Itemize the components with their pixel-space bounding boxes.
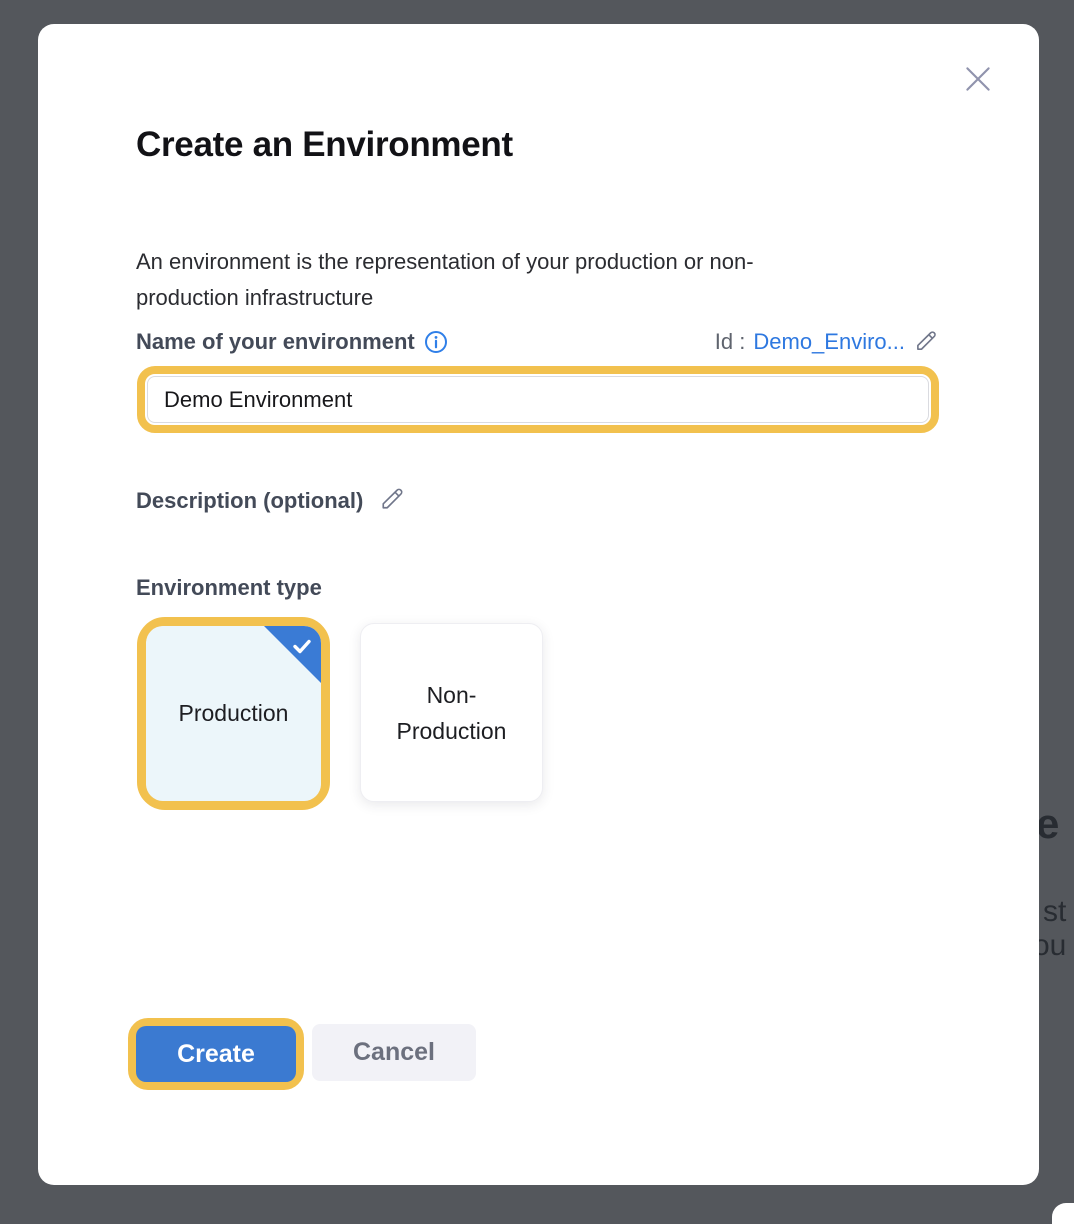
create-environment-dialog: Create an Environment An environment is … xyxy=(38,24,1039,1185)
description-field-row: Description (optional) xyxy=(136,485,406,516)
create-button-highlight-ring: Create xyxy=(128,1018,304,1090)
environment-type-option-non-production[interactable]: Non-Production xyxy=(360,623,543,802)
description-field-label: Description (optional) xyxy=(136,488,363,514)
cancel-button[interactable]: Cancel xyxy=(312,1024,476,1081)
pencil-icon xyxy=(378,485,406,516)
environment-id-label: Id : xyxy=(715,329,746,355)
backdrop-text-fragment: e xyxy=(1036,800,1059,848)
environment-type-label: Environment type xyxy=(136,575,322,601)
close-button[interactable] xyxy=(958,59,998,99)
background-panel-corner xyxy=(1052,1203,1074,1224)
environment-id-value[interactable]: Demo_Enviro... xyxy=(753,329,905,355)
modal-backdrop: e st ou Create an Environment An environ… xyxy=(0,0,1074,1224)
info-icon xyxy=(424,330,448,354)
edit-description-button[interactable] xyxy=(378,485,406,516)
name-input-highlight-ring xyxy=(137,366,939,433)
pencil-icon xyxy=(913,328,939,357)
dialog-title: Create an Environment xyxy=(136,125,513,165)
environment-type-option-production[interactable]: Production xyxy=(146,626,321,801)
production-card-highlight-ring: Production xyxy=(137,617,330,810)
option-label: Production xyxy=(179,700,289,727)
dialog-description: An environment is the representation of … xyxy=(136,244,926,316)
name-field-label: Name of your environment xyxy=(136,329,415,355)
dialog-description-line: production infrastructure xyxy=(136,280,926,316)
dialog-description-line: An environment is the representation of … xyxy=(136,244,926,280)
environment-name-input[interactable] xyxy=(147,376,929,423)
option-label: Non-Production xyxy=(387,677,517,749)
create-button[interactable]: Create xyxy=(136,1026,296,1082)
edit-id-button[interactable] xyxy=(913,328,939,357)
name-info-button[interactable] xyxy=(424,330,448,354)
backdrop-text-fragment: st xyxy=(1043,895,1066,929)
close-icon xyxy=(961,84,995,99)
check-icon xyxy=(290,634,314,664)
name-field-header: Name of your environment Id : Demo_Envir… xyxy=(136,324,939,360)
